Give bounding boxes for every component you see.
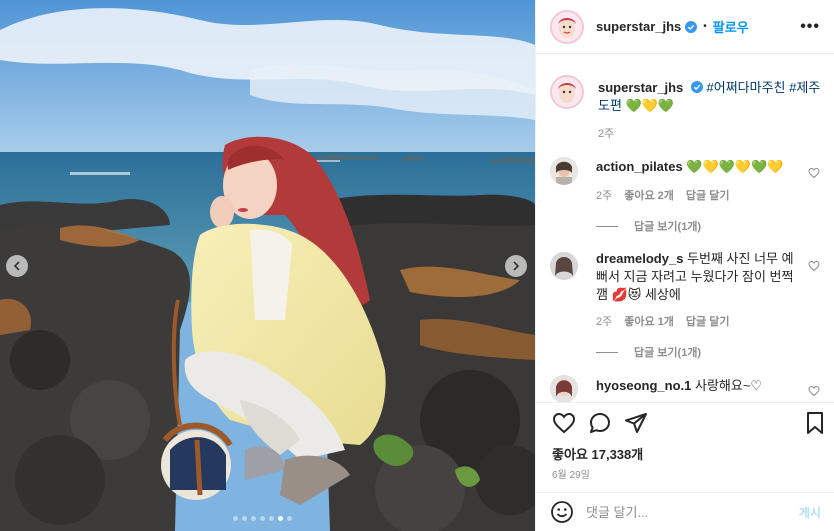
bookmark-icon[interactable] — [803, 411, 827, 435]
carousel-dot — [233, 516, 238, 521]
emoji-smiley-icon[interactable] — [550, 500, 574, 524]
comment-avatar[interactable] — [550, 375, 578, 402]
caption-meta: 2주 — [598, 125, 614, 141]
comment-like-heart-icon[interactable] — [808, 167, 820, 179]
comment-avatar[interactable] — [550, 252, 578, 280]
caption: superstar_jhs #어쩌다마주친 #제주도편 💚💛💚 2주 — [550, 73, 822, 143]
comment-text: dreamelody_s 두번째 사진 너무 예뻐서 지금 자려고 누웠다가 잠… — [596, 250, 804, 304]
comment-like-heart-icon[interactable] — [808, 260, 820, 272]
comment-username[interactable]: action_pilates — [596, 159, 683, 174]
caption-emoji: 💚💛💚 — [625, 98, 675, 113]
caption-time[interactable]: 2주 — [598, 125, 614, 141]
carousel-dot — [287, 516, 292, 521]
comment-content: 💚💛💚💛💚💛 — [686, 159, 784, 174]
post-side-panel: superstar_jhs • 팔로우 ••• superstar_jhs #어… — [535, 0, 834, 531]
comment-like-heart-icon[interactable] — [808, 385, 820, 397]
avatar-image — [550, 252, 578, 280]
chevron-right-icon — [513, 261, 520, 271]
replies-divider — [596, 351, 618, 353]
comment-username[interactable]: dreamelody_s — [596, 251, 683, 266]
avatar-image — [550, 375, 578, 402]
post-comment-button[interactable]: 게시 — [799, 504, 821, 521]
comment-item: dreamelody_s 두번째 사진 너무 예뻐서 지금 자려고 누웠다가 잠… — [550, 250, 822, 360]
comment-item: hyoseong_no.1 사랑해요~♡ — [550, 375, 822, 402]
comment-time[interactable]: 2주 — [596, 313, 612, 329]
comment-username[interactable]: hyoseong_no.1 — [596, 378, 691, 393]
photo-image — [0, 0, 535, 531]
add-comment-bar: 게시 — [536, 492, 834, 531]
carousel-dot — [251, 516, 256, 521]
comment-reply-button[interactable]: 답글 달기 — [686, 313, 730, 329]
caption-username[interactable]: superstar_jhs — [598, 80, 683, 95]
share-send-icon[interactable] — [624, 411, 648, 435]
replies-divider — [596, 225, 618, 227]
avatar-image — [550, 157, 578, 185]
comment-meta: 2주 좋아요 2개 답글 달기 — [596, 187, 729, 203]
comment-likes[interactable]: 좋아요 2개 — [624, 187, 674, 203]
carousel-next-button[interactable] — [505, 255, 527, 277]
avatar-image — [552, 77, 582, 107]
caption-avatar[interactable] — [550, 75, 584, 109]
view-replies-label: 답글 보기(1개) — [634, 221, 702, 233]
comment-content: 사랑해요~♡ — [694, 378, 763, 393]
like-heart-icon[interactable] — [552, 411, 576, 435]
separator-dot: • — [703, 21, 707, 32]
verified-badge-icon — [685, 20, 698, 33]
comment-text: action_pilates 💚💛💚💛💚💛 — [596, 158, 804, 176]
avatar-image — [552, 11, 582, 42]
view-replies-button[interactable]: 답글 보기(1개) — [596, 218, 701, 234]
carousel-prev-button[interactable] — [6, 255, 28, 277]
avatar[interactable] — [550, 9, 584, 44]
chevron-left-icon — [13, 261, 20, 271]
view-replies-button[interactable]: 답글 보기(1개) — [596, 344, 701, 360]
carousel-dot — [260, 516, 265, 521]
comment-bubble-icon[interactable] — [588, 411, 612, 435]
carousel-indicator — [233, 516, 292, 521]
carousel-dot — [242, 516, 247, 521]
more-options-icon[interactable]: ••• — [800, 18, 820, 36]
post-actions: 좋아요 17,338개 6월 29일 — [536, 402, 834, 492]
carousel-dot — [269, 516, 274, 521]
comment-item: action_pilates 💚💛💚💛💚💛 2주 좋아요 2개 답글 달기 답글… — [550, 157, 822, 237]
verified-badge-icon — [690, 81, 703, 93]
post-photo[interactable] — [0, 0, 535, 531]
comment-likes[interactable]: 좋아요 1개 — [624, 313, 674, 329]
follow-button[interactable]: 팔로우 — [713, 17, 749, 36]
caption-text: superstar_jhs #어쩌다마주친 #제주도편 💚💛💚 — [598, 79, 822, 115]
post-header: superstar_jhs • 팔로우 ••• — [536, 0, 834, 54]
comment-text: hyoseong_no.1 사랑해요~♡ — [596, 377, 804, 395]
comment-input[interactable] — [586, 504, 799, 520]
comment-meta: 2주 좋아요 1개 답글 달기 — [596, 313, 729, 329]
likes-count[interactable]: 좋아요 17,338개 — [552, 444, 643, 463]
view-replies-label: 답글 보기(1개) — [634, 347, 702, 359]
carousel-dot — [278, 516, 283, 521]
comment-time[interactable]: 2주 — [596, 187, 612, 203]
comment-reply-button[interactable]: 답글 달기 — [686, 187, 730, 203]
post-date[interactable]: 6월 29일 — [552, 466, 590, 481]
comment-avatar[interactable] — [550, 157, 578, 185]
comments-list[interactable]: superstar_jhs #어쩌다마주친 #제주도편 💚💛💚 2주 actio… — [536, 55, 834, 402]
header-username[interactable]: superstar_jhs — [596, 19, 681, 34]
